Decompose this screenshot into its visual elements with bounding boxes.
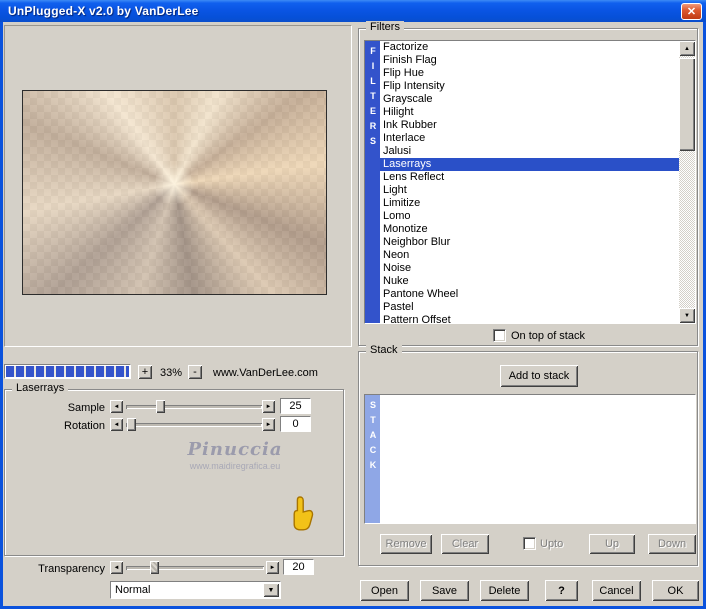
delete-button[interactable]: Delete: [480, 580, 529, 601]
upto-checkbox[interactable]: [523, 537, 536, 550]
progress-fill: [6, 366, 129, 377]
filter-list-item[interactable]: Flip Hue: [380, 67, 679, 80]
filter-list-item[interactable]: Pantone Wheel: [380, 288, 679, 301]
transparency-value-input[interactable]: 20: [283, 559, 314, 575]
upto-label: Upto: [540, 538, 564, 550]
filter-list-item[interactable]: Lomo: [380, 210, 679, 223]
sample-slider-track[interactable]: [126, 405, 262, 409]
help-button[interactable]: ?: [545, 580, 578, 601]
transparency-left-arrow-icon[interactable]: ◄: [110, 561, 123, 574]
filter-list-item[interactable]: Lens Reflect: [380, 171, 679, 184]
filter-list-item[interactable]: Limitize: [380, 197, 679, 210]
scrollbar-down-icon[interactable]: ▼: [679, 308, 695, 323]
filter-listbox: FILTERS Factorize Finish Flag Flip Hue F…: [364, 40, 696, 324]
close-icon: ✕: [686, 6, 697, 18]
sample-right-arrow-icon[interactable]: ►: [262, 400, 275, 413]
filter-list-item[interactable]: Noise: [380, 262, 679, 275]
filter-list-item[interactable]: Monotize: [380, 223, 679, 236]
transparency-slider-track[interactable]: [126, 566, 264, 570]
filters-group-title: Filters: [366, 21, 404, 33]
scrollbar-up-icon[interactable]: ▲: [679, 41, 695, 56]
ok-button[interactable]: OK: [652, 580, 699, 601]
remove-button[interactable]: Remove: [380, 534, 432, 554]
rotation-left-arrow-icon[interactable]: ◄: [110, 418, 123, 431]
dropdown-arrow-icon[interactable]: ▼: [263, 583, 279, 597]
sample-value-input[interactable]: 25: [280, 398, 311, 414]
filter-list-scrollbar[interactable]: ▲ ▼: [679, 41, 695, 323]
blend-mode-value: Normal: [115, 584, 151, 596]
title-bar[interactable]: UnPlugged-X v2.0 by VanDerLee ✕: [0, 0, 706, 22]
filter-list-item[interactable]: Finish Flag: [380, 54, 679, 67]
filter-list-item[interactable]: Ink Rubber: [380, 119, 679, 132]
cancel-button[interactable]: Cancel: [592, 580, 641, 601]
blend-mode-select[interactable]: Normal ▼: [110, 581, 281, 599]
filters-vertical-label: FILTERS: [365, 41, 380, 323]
filter-list-item[interactable]: Nuke: [380, 275, 679, 288]
stack-listbox: STACK: [364, 394, 696, 524]
sample-left-arrow-icon[interactable]: ◄: [110, 400, 123, 413]
filter-list-item[interactable]: Light: [380, 184, 679, 197]
filter-list-item[interactable]: Interlace: [380, 132, 679, 145]
filter-list-item[interactable]: Neon: [380, 249, 679, 262]
rotation-slider-track[interactable]: [126, 423, 262, 427]
clear-button[interactable]: Clear: [441, 534, 489, 554]
filter-list-item[interactable]: Pattern Offset: [380, 314, 679, 323]
laserrays-group-title: Laserrays: [12, 382, 69, 394]
pointing-hand-icon: [290, 495, 314, 536]
filter-list[interactable]: Factorize Finish Flag Flip Hue Flip Inte…: [380, 41, 679, 323]
filter-list-item[interactable]: Flip Intensity: [380, 80, 679, 93]
filter-list-item[interactable]: Jalusi: [380, 145, 679, 158]
on-top-of-stack-label[interactable]: On top of stack: [511, 330, 585, 342]
rotation-slider-thumb[interactable]: [127, 418, 136, 431]
add-to-stack-button[interactable]: Add to stack: [500, 365, 578, 387]
on-top-of-stack-checkbox[interactable]: [493, 329, 506, 342]
stack-vertical-label: STACK: [365, 395, 380, 523]
filter-list-item[interactable]: Pastel: [380, 301, 679, 314]
save-button[interactable]: Save: [420, 580, 469, 601]
stack-group-title: Stack: [366, 344, 402, 356]
rotation-value-input[interactable]: 0: [280, 416, 311, 432]
zoom-level: 33%: [159, 367, 183, 379]
close-button[interactable]: ✕: [681, 3, 702, 20]
scrollbar-thumb[interactable]: [679, 58, 695, 151]
window-title: UnPlugged-X v2.0 by VanDerLee: [8, 4, 199, 18]
up-button[interactable]: Up: [589, 534, 635, 554]
transparency-right-arrow-icon[interactable]: ►: [266, 561, 279, 574]
down-button[interactable]: Down: [648, 534, 696, 554]
filter-list-item[interactable]: Hilight: [380, 106, 679, 119]
filter-list-item-selected[interactable]: Laserrays: [380, 158, 679, 171]
rotation-label: Rotation: [64, 420, 105, 432]
sample-slider-thumb[interactable]: [156, 400, 165, 413]
filter-list-item[interactable]: Neighbor Blur: [380, 236, 679, 249]
rotation-right-arrow-icon[interactable]: ►: [262, 418, 275, 431]
open-button[interactable]: Open: [360, 580, 409, 601]
zoom-out-button[interactable]: -: [188, 365, 202, 379]
transparency-label: Transparency: [38, 563, 105, 575]
filter-list-item[interactable]: Grayscale: [380, 93, 679, 106]
preview-image[interactable]: [22, 90, 327, 295]
transparency-slider-thumb[interactable]: [150, 561, 159, 574]
stack-list[interactable]: [380, 395, 695, 523]
sample-label: Sample: [67, 402, 105, 414]
preview-progress-bar: [4, 364, 131, 379]
dialog-window: UnPlugged-X v2.0 by VanDerLee ✕ + 33% - …: [0, 0, 706, 609]
vendor-website-link[interactable]: www.VanDerLee.com: [213, 367, 318, 379]
filter-list-item[interactable]: Factorize: [380, 41, 679, 54]
zoom-in-button[interactable]: +: [138, 365, 152, 379]
